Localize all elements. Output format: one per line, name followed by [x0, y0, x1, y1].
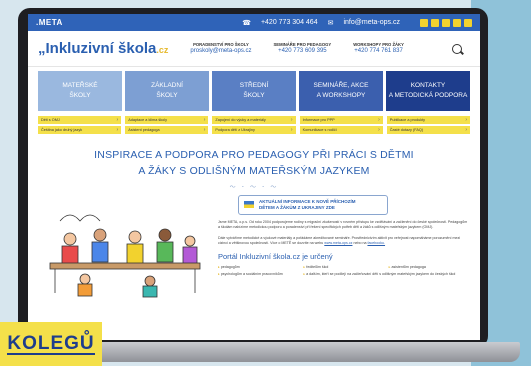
top-contacts: ☎ +420 773 304 464 ✉ info@meta-ops.cz — [242, 18, 472, 27]
about-paragraph: Dále vytváříme metodické a výukové mater… — [218, 236, 468, 247]
search-icon[interactable] — [452, 43, 462, 54]
intro-paragraph: Jsme META, o.p.s. Od roku 2004 podporuje… — [218, 220, 468, 230]
nav-tile-secondary[interactable]: STŘEDNÍ ŠKOLY — [212, 71, 296, 111]
header-block-seminars[interactable]: SEMINÁŘE PRO PEDAGOGY +420 773 609 395 — [274, 42, 332, 56]
facebook-icon[interactable] — [420, 18, 428, 27]
audience-item: pedagogům — [218, 265, 297, 269]
quick-link[interactable]: Čeština jako druhý jazyk — [38, 126, 122, 134]
quick-link[interactable]: Adaptace a klima školy — [125, 116, 209, 124]
audience-list: pedagogům ředitelům škol asistentům peda… — [218, 265, 468, 276]
nav-label: A WORKSHOPY — [316, 92, 366, 99]
header-block-title: SEMINÁŘE PRO PEDAGOGY — [273, 41, 332, 47]
audience-item: asistentům pedagoga — [389, 265, 468, 269]
quick-link[interactable]: Asistent pedagoga — [125, 126, 209, 134]
facebook-link[interactable]: facebooku. — [367, 241, 385, 245]
logo-main: „Inkluzivní škola — [38, 40, 157, 57]
quick-link[interactable]: Časté dotazy (FAQ) — [386, 126, 470, 134]
content-area: AKTUÁLNÍ INFORMACE K NOVĚ PŘÍCHOZÍM DĚTE… — [28, 191, 480, 299]
header-block-schools[interactable]: PORADENSTVÍ PRO ŠKOLY proskoly@meta-ops.… — [190, 42, 251, 56]
nav-label: ŠKOLY — [156, 92, 178, 99]
notice-line: AKTUÁLNÍ INFORMACE K NOVĚ PŘÍCHOZÍM — [259, 198, 356, 204]
audience-item: psychologům a sociálním pracovníkům — [218, 272, 297, 276]
quick-link[interactable]: Komunikace s rodiči — [299, 126, 383, 134]
nav-tile-seminars[interactable]: SEMINÁŘE, AKCE A WORKSHOPY — [299, 71, 383, 111]
badge-label: KOLEGŮ — [7, 332, 95, 355]
nav-label: KONTAKTY — [410, 82, 446, 90]
brand-label[interactable]: .META — [36, 18, 63, 27]
nav-tile-primary[interactable]: ZÁKLADNÍ ŠKOLY — [125, 71, 209, 111]
social-icons — [420, 18, 472, 27]
quick-link[interactable]: Publikace a produkty — [386, 116, 470, 124]
nav-label: ŠKOLY — [243, 92, 265, 99]
header-block-title: PORADENSTVÍ PRO ŠKOLY — [193, 41, 249, 47]
title-line: A ŽÁKY S ODLIŠNÝM MATEŘSKÝM JAZYKEM — [138, 164, 370, 177]
linkedin-icon[interactable] — [442, 18, 450, 27]
phone-icon: ☎ — [242, 19, 251, 27]
meta-website-link[interactable]: www.meta-ops.cz — [324, 241, 352, 245]
instagram-icon[interactable] — [431, 18, 439, 27]
nav-label: ŠKOLY — [69, 92, 91, 99]
notice-line: DĚTEM A ŽÁKŮM Z UKRAJINY ZDE — [259, 204, 335, 210]
laptop-base — [40, 342, 520, 362]
header-block-title: WORKSHOPY PRO ŽÁKY — [353, 41, 404, 47]
main-nav: MATEŘSKÉ ŠKOLY ZÁKLADNÍ ŠKOLY STŘEDNÍ ŠKOLY… — [28, 67, 480, 111]
header-block-value: +420 774 761 837 — [354, 48, 403, 55]
site-header: „Inkluzivní škola.cz PORADENSTVÍ PRO ŠKO… — [28, 31, 480, 67]
page-title: INSPIRACE A PODPORA PRO PEDAGOGY PŘI PRÁ… — [28, 148, 480, 180]
nav-label: MATEŘSKÉ — [62, 82, 98, 90]
ukraine-flag-icon — [244, 201, 254, 209]
header-block-workshops[interactable]: WORKSHOPY PRO ŽÁKY +420 774 761 837 — [353, 42, 404, 56]
header-block-value: proskoly@meta-ops.cz — [190, 48, 252, 55]
quick-link[interactable]: Podpora dětí z Ukrajiny — [212, 126, 296, 134]
notice-text: AKTUÁLNÍ INFORMACE K NOVĚ PŘÍCHOZÍM DĚTE… — [259, 199, 356, 212]
quick-link[interactable]: Informace pro PPP — [299, 116, 383, 124]
decorative-scribble: ～ ･ ～ ･ ～ — [229, 184, 279, 191]
audience-item: a dalším, kteří se podílejí na začleňová… — [303, 272, 468, 276]
logo-suffix: .cz — [156, 45, 169, 55]
nav-label: ZÁKLADNÍ — [151, 82, 183, 90]
about-text-end: nebo na — [353, 241, 367, 246]
nav-tile-contacts[interactable]: KONTAKTY A METODICKÁ PODPORA — [386, 71, 470, 111]
nav-label: STŘEDNÍ — [239, 82, 269, 90]
youtube-icon[interactable] — [464, 18, 472, 27]
header-block-value: +420 773 609 395 — [278, 48, 327, 55]
quick-link[interactable]: Děti s OMJ — [38, 116, 122, 124]
top-bar: .META ☎ +420 773 304 464 ✉ info@meta-ops… — [28, 14, 480, 31]
mail-icon: ✉ — [327, 19, 334, 27]
site-logo[interactable]: „Inkluzivní škola.cz — [38, 40, 168, 57]
top-email[interactable]: info@meta-ops.cz — [343, 19, 400, 26]
classroom-illustration — [49, 214, 201, 297]
intro-column: AKTUÁLNÍ INFORMACE K NOVĚ PŘÍCHOZÍM DĚTE… — [218, 194, 468, 299]
title-line: INSPIRACE A PODPORA PRO PEDAGOGY PŘI PRÁ… — [94, 149, 414, 161]
quick-links: Děti s OMJ Adaptace a klima školy Zapoje… — [28, 111, 480, 134]
nav-tile-kindergartens[interactable]: MATEŘSKÉ ŠKOLY — [38, 71, 122, 111]
kolegu-badge: KOLEGŮ — [0, 322, 102, 366]
audience-item: ředitelům škol — [303, 265, 382, 269]
ukraine-notice[interactable]: AKTUÁLNÍ INFORMACE K NOVĚ PŘÍCHOZÍM DĚTE… — [238, 194, 388, 216]
nav-label: A METODICKÁ PODPORA — [388, 92, 468, 99]
top-phone[interactable]: +420 773 304 464 — [261, 19, 318, 26]
twitter-icon[interactable] — [453, 18, 461, 27]
portal-heading: Portál Inkluzivní škola.cz je určený — [218, 251, 333, 261]
nav-label: SEMINÁŘE, AKCE — [313, 82, 369, 90]
quick-link[interactable]: Zapojení do výuky a materiály — [212, 116, 296, 124]
laptop-screen: .META ☎ +420 773 304 464 ✉ info@meta-ops… — [28, 14, 480, 340]
